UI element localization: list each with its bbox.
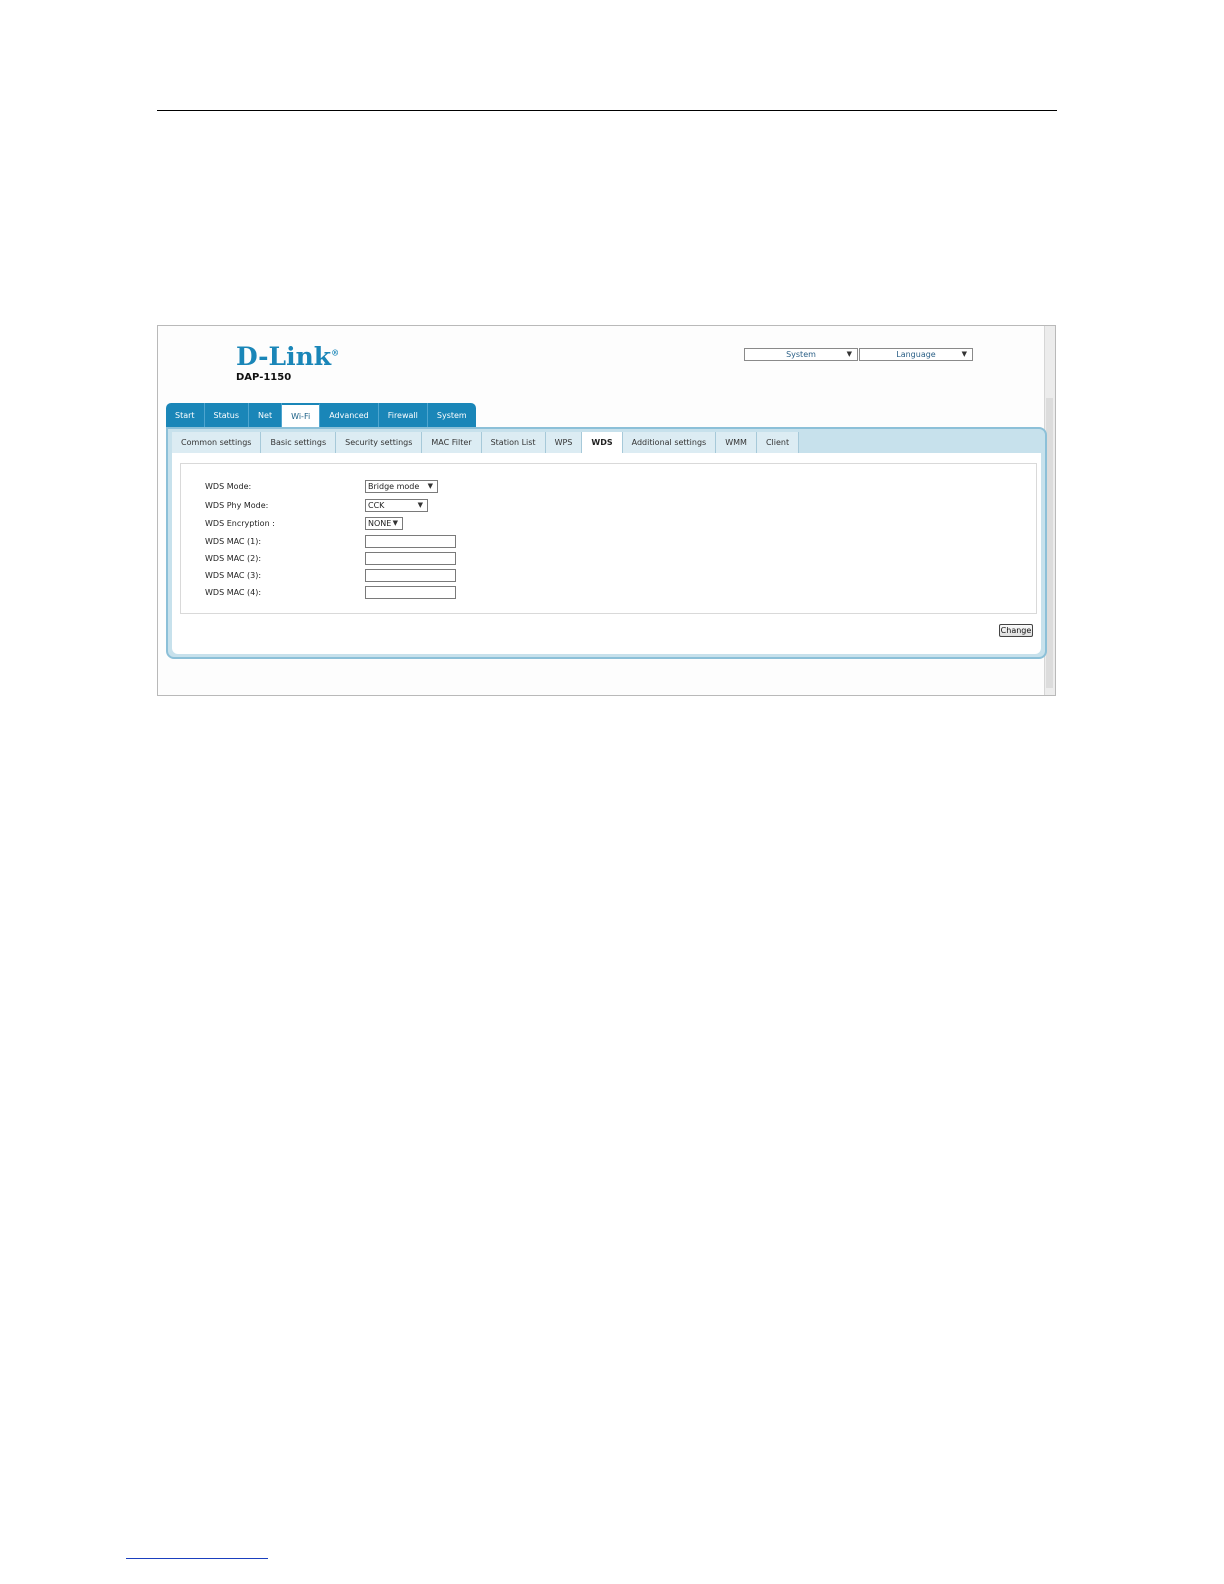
subtab-mac-filter[interactable]: MAC Filter: [422, 432, 482, 453]
subtab-station-list[interactable]: Station List: [481, 432, 546, 453]
wds-mac-1-label: WDS MAC (1):: [205, 537, 262, 546]
tab-wifi[interactable]: Wi-Fi: [282, 403, 321, 427]
system-select-value: System: [786, 350, 816, 359]
page-top-rule: [157, 110, 1057, 111]
chevron-down-icon: ▼: [427, 482, 433, 490]
chevron-down-icon: ▼: [417, 501, 423, 509]
wds-phy-mode-label: WDS Phy Mode:: [205, 501, 269, 510]
wds-phy-mode-value: CCK: [368, 501, 385, 510]
chevron-down-icon: ▼: [392, 519, 398, 527]
wds-encryption-row: WDS Encryption : NONE ▼: [205, 517, 465, 533]
wds-content: WDS Mode: Bridge mode ▼ WDS Phy Mode: CC…: [172, 453, 1041, 654]
wds-mode-row: WDS Mode: Bridge mode ▼: [205, 480, 465, 496]
main-nav-tabs: Start Status Net Wi-Fi Advanced Firewall…: [166, 403, 476, 427]
tab-firewall[interactable]: Firewall: [379, 403, 428, 427]
tab-net[interactable]: Net: [249, 403, 283, 427]
device-model: DAP-1150: [236, 372, 292, 383]
wds-phy-mode-select[interactable]: CCK ▼: [365, 499, 428, 512]
subtab-security-settings[interactable]: Security settings: [336, 432, 423, 453]
wds-mac-3-label: WDS MAC (3):: [205, 571, 262, 580]
wds-mode-label: WDS Mode:: [205, 482, 252, 491]
wds-mac-4-label: WDS MAC (4):: [205, 588, 262, 597]
change-button[interactable]: Change: [999, 624, 1033, 637]
subtab-client[interactable]: Client: [756, 432, 800, 453]
subtab-wmm[interactable]: WMM: [716, 432, 757, 453]
wds-mac-2-input[interactable]: [365, 552, 456, 565]
chevron-down-icon: ▼: [846, 350, 852, 358]
wds-mac-1-input[interactable]: [365, 535, 456, 548]
wds-mac-2-label: WDS MAC (2):: [205, 554, 262, 563]
tab-start[interactable]: Start: [166, 403, 205, 427]
wds-mode-select[interactable]: Bridge mode ▼: [365, 480, 438, 493]
wds-mac-3-input[interactable]: [365, 569, 456, 582]
footer-link-underline[interactable]: [126, 1558, 268, 1559]
browser-screenshot-frame: D-Link® DAP-1150 System ▼ Language ▼ Sta…: [157, 325, 1056, 696]
wds-mac-1-row: WDS MAC (1):: [205, 535, 465, 551]
dlink-logo: D-Link® DAP-1150: [236, 344, 339, 383]
subtab-wds[interactable]: WDS: [582, 432, 623, 453]
wifi-sub-tabs: Common settings Basic settings Security …: [172, 432, 800, 453]
language-select-value: Language: [896, 350, 936, 359]
language-select[interactable]: Language ▼: [859, 348, 973, 361]
tab-system[interactable]: System: [428, 403, 476, 427]
wds-mac-2-row: WDS MAC (2):: [205, 552, 465, 568]
wds-encryption-label: WDS Encryption :: [205, 519, 275, 528]
wds-mac-4-input[interactable]: [365, 586, 456, 599]
tab-advanced[interactable]: Advanced: [320, 403, 379, 427]
wds-encryption-select[interactable]: NONE ▼: [365, 517, 403, 530]
wds-encryption-value: NONE: [368, 519, 392, 528]
subtab-additional-settings[interactable]: Additional settings: [622, 432, 717, 453]
brand-logo-text: D-Link®: [236, 342, 340, 371]
wds-phy-mode-row: WDS Phy Mode: CCK ▼: [205, 499, 465, 515]
wds-mac-4-row: WDS MAC (4):: [205, 586, 465, 602]
system-select[interactable]: System ▼: [744, 348, 858, 361]
subtab-wps[interactable]: WPS: [545, 432, 583, 453]
subtab-common-settings[interactable]: Common settings: [172, 432, 262, 453]
wifi-panel: Common settings Basic settings Security …: [166, 427, 1047, 659]
wds-mac-3-row: WDS MAC (3):: [205, 569, 465, 585]
chevron-down-icon: ▼: [961, 350, 967, 358]
scrollbar-thumb[interactable]: [1046, 398, 1053, 688]
tab-status[interactable]: Status: [205, 403, 250, 427]
wds-form: WDS Mode: Bridge mode ▼ WDS Phy Mode: CC…: [180, 463, 1037, 614]
wds-mode-value: Bridge mode: [368, 482, 420, 491]
subtab-basic-settings[interactable]: Basic settings: [261, 432, 337, 453]
